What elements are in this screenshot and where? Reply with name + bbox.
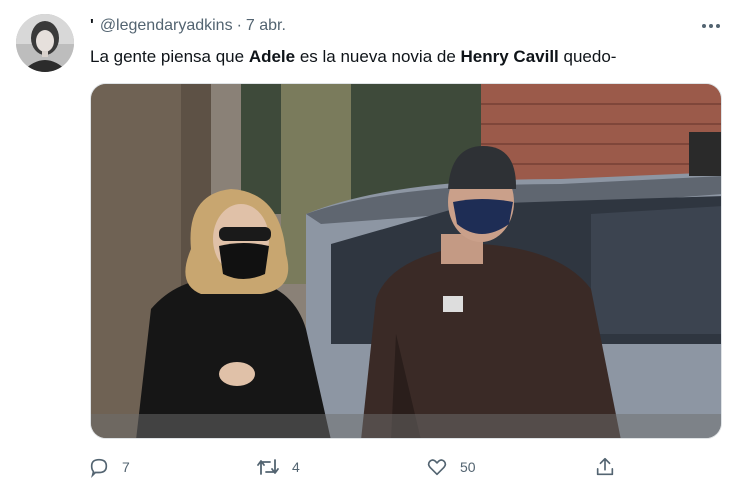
tweet-text-bold: Henry Cavill: [460, 47, 559, 66]
display-name[interactable]: ': [90, 17, 94, 35]
tweet-text-part: La gente piensa que: [90, 47, 249, 66]
tweet-text-part: quedo-: [558, 47, 617, 66]
share-icon: [596, 457, 614, 476]
tweet-text-part: es la nueva novia de: [295, 47, 461, 66]
tweet: ' @legendaryadkins · 7 abr. La gente pie…: [0, 0, 743, 501]
reply-button[interactable]: 7: [88, 452, 130, 482]
retweet-button[interactable]: 4: [256, 452, 300, 482]
timestamp[interactable]: 7 abr.: [246, 17, 286, 35]
share-button[interactable]: [594, 452, 616, 482]
separator-dot: ·: [236, 17, 242, 34]
tweet-text: La gente piensa que Adele es la nueva no…: [90, 46, 616, 68]
photo-illustration: [91, 84, 721, 438]
more-icon[interactable]: [698, 14, 724, 38]
tweet-actions: 7 4 50: [88, 452, 628, 482]
like-count: 50: [460, 459, 476, 475]
tweet-header: ' @legendaryadkins · 7 abr.: [90, 16, 286, 36]
reply-icon: [90, 458, 108, 478]
retweet-icon: [257, 459, 279, 475]
avatar[interactable]: [16, 14, 74, 72]
tweet-text-bold: Adele: [248, 47, 296, 66]
avatar-image: [16, 14, 74, 72]
like-button[interactable]: 50: [426, 452, 476, 482]
tweet-photo[interactable]: [90, 83, 722, 439]
reply-count: 7: [122, 459, 130, 475]
heart-icon: [427, 459, 447, 476]
retweet-count: 4: [292, 459, 300, 475]
handle[interactable]: @legendaryadkins: [100, 17, 233, 35]
